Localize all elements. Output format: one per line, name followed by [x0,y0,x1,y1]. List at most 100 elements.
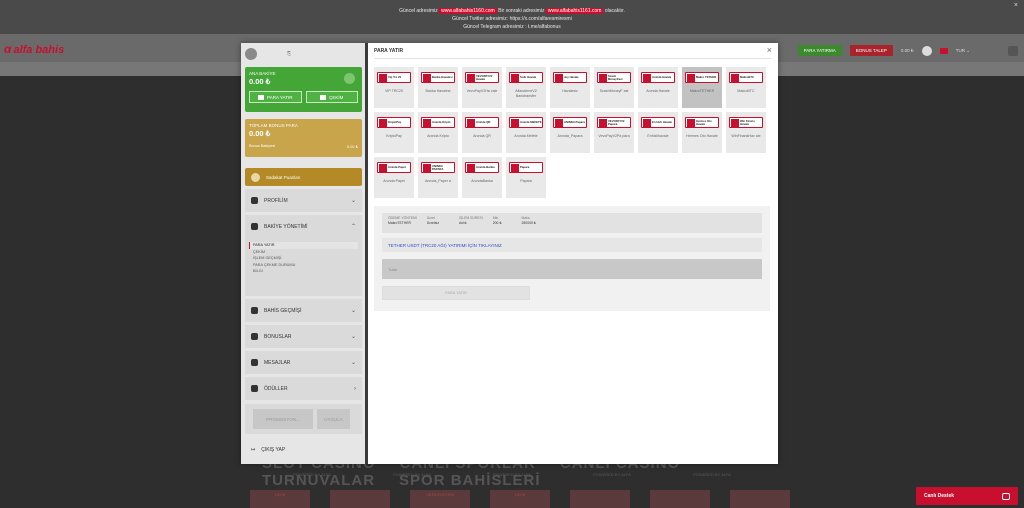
announcement-telegram: Güncel Telegram adresimiz : t.me/alfabon… [463,24,561,30]
payment-method-logo: Win Finans Havale [729,117,763,128]
payment-method-tile[interactable]: Makro TETHER MakroTETHER [682,67,722,108]
payment-logo-text: Anında MEFETE [520,120,542,124]
amount-input[interactable]: Tutar [382,259,762,279]
submit-deposit-button[interactable]: PARA YATIR [382,286,530,300]
payment-logo-icon [731,73,739,82]
loyalty-points-button[interactable]: Sadakat Puanları [245,168,362,186]
payment-method-tile[interactable]: VEVOPAYV2 Havale VevoPayV2Ha vale [462,67,502,108]
deposit-button[interactable]: PARA YATIR [249,91,302,103]
payment-method-logo: Papara [509,162,543,173]
payment-method-logo: Anında QR [465,117,499,128]
payment-method-name: Anında QR [473,134,491,138]
payment-method-tile[interactable]: Win Finans Havale WinFinansHav ale [726,112,766,153]
payment-logo-text: Sofir Havale [520,75,537,79]
eye-icon[interactable] [344,73,355,84]
payment-method-grid: Vip Trc 20 VIP TRC20 Banka Havalesi Banka H… [374,67,771,198]
bg-card: UEFA [250,490,310,508]
tether-instructions-link[interactable]: TETHER USDT (TRC20 AĞI) YATIRIMI İÇİN TI… [382,238,762,252]
payment-method-name: Enhizlihavale [647,134,669,138]
promo-code-input[interactable]: PROMOSYON... [253,409,313,429]
payment-method-tile[interactable]: Anında Kripto Anında Kripto [418,112,458,153]
payment-method-tile[interactable]: Scash MoneyFast ScashMoneyF ast [594,67,634,108]
copy-icon[interactable]: ⎘ [287,51,291,57]
payment-method-tile[interactable]: ANINDA PAPARA Anında_Paper a [418,157,458,198]
sidebar-item-label: ÖDÜLLER [264,385,288,392]
bonus-sub-label: Bonus Bakiyesi [249,144,275,148]
withdraw-icon [320,94,327,100]
announcement-link-next[interactable]: www.alfabahis1161.com [545,8,604,14]
logout-icon: ↦ [251,447,256,453]
payment-logo-text: VEVOPAYV2 Papara [608,118,625,126]
close-icon[interactable]: × [767,45,772,55]
payment-method-tile[interactable]: Sofir Havale AlfaodemeV2 Banktransfer [506,67,546,108]
brand-logo[interactable]: α alfa bahis [4,42,64,56]
submenu-info[interactable]: BİLGİ [253,268,354,275]
deposit-header-button[interactable]: PARA YATIRMA [797,45,842,56]
menu-icon[interactable] [1008,45,1018,56]
promo-apply-button[interactable]: UYGULA [317,409,350,429]
logout-button[interactable]: ↦ ÇIKIŞ YAP [245,440,362,460]
payment-method-name: Banka Havalesi [425,89,451,93]
payment-method-tile[interactable]: Anında MEFETE Anında Mefete [506,112,546,153]
withdraw-button[interactable]: ÇEKİM [305,91,358,103]
payment-method-tile[interactable]: Anında Papel Anında Papel [374,157,414,198]
sidebar-item-bet-history[interactable]: BAHİS GEÇMİŞİ ⌄ [245,299,362,322]
brand-mark-icon: α [4,42,12,56]
payment-method-tile[interactable]: VEVOPAYV2 Papara VevoPayV2Pa para [594,112,634,153]
announcement-link-current[interactable]: www.alfabahis1160.com [439,8,497,14]
language-select[interactable]: TUR ⌄ [956,48,970,54]
bonus-balance-label: TOPLAM BONUS PARA [249,123,298,128]
bonus-balance-value: 0.00 ₺ [249,129,271,138]
withdraw-button-label: ÇEKİM [329,94,344,100]
powered-text: POWERED BY ALFA [293,472,331,477]
payment-method-tile[interactable]: Hermes Oto Havale Hermes Oto Havale [682,112,722,153]
promo-row: PROMOSYON... UYGULA [245,404,362,434]
sidebar-item-rewards[interactable]: ÖDÜLLER › [245,377,362,400]
payment-method-tile[interactable]: ANINDA Papara Anında_Papara [550,112,590,153]
payment-logo-text: Scash MoneyFast [608,73,623,81]
wallet-icon [258,94,265,100]
payment-logo-icon [687,73,695,82]
medal-icon [251,172,260,182]
payment-method-tile[interactable]: Joy Havale Havalesiz [550,67,590,108]
method-col: ÖDEME YÖNTEMİ MakroTETHER [388,216,417,230]
payment-method-name: VevoPayV2Ha vale [466,89,498,93]
payment-method-tile[interactable]: Papara Papara [506,157,546,198]
payment-logo-text: Win Finans Havale [740,118,755,126]
payment-logo-icon [599,118,607,127]
sidebar-item-balance-management[interactable]: BAKİYE YÖNETİMİ ⌃ [245,215,362,238]
payment-logo-text: Papara [520,165,530,169]
sidebar-item-label: MESAJLAR [264,359,291,366]
sidebar-item-bonuses[interactable]: BONUSLAR ⌄ [245,325,362,348]
payment-method-tile[interactable]: Anında Havale Anında Havale [638,67,678,108]
payment-method-tile[interactable]: MakroBTC MakroBTC [726,67,766,108]
sidebar-item-profile[interactable]: PROFİLİM ⌄ [245,189,362,212]
payment-logo-icon [467,163,475,172]
logout-label: ÇIKIŞ YAP [261,447,286,453]
bonus-request-button[interactable]: BONUS TALEP [849,45,893,56]
sidebar-item-label: PROFİLİM [264,197,288,204]
announcement-text: Bir sonraki adresimiz [498,8,545,14]
user-icon[interactable] [921,45,932,56]
bg-card: UEFA EUROPA [410,490,470,508]
payment-method-tile[interactable]: En Hızlı Havale Enhizlihavale [638,112,678,153]
avatar[interactable] [245,48,257,60]
deposit-panel: PARA YATIR × Vip Trc 20 VIP TRC20 Banka Ha… [366,43,778,464]
payment-logo-icon [511,118,519,127]
sidebar-item-label: BONUSLAR [264,333,292,340]
payment-method-tile[interactable]: Vip Trc 20 VIP TRC20 [374,67,414,108]
flag-icon [939,47,948,54]
sidebar-item-messages[interactable]: MESAJLAR ⌄ [245,351,362,374]
payment-method-tile[interactable]: KriptoPay KriptoPay [374,112,414,153]
payment-logo-icon [423,73,431,82]
payment-method-tile[interactable]: Anında QR Anında QR [462,112,502,153]
payment-method-name: Hermes Oto Havale [686,134,718,138]
live-support-button[interactable]: Canlı Destek [916,487,1018,505]
payment-method-tile[interactable]: Banka Havalesi Banka Havalesi [418,67,458,108]
payment-logo-text: ANINDA Papara [564,120,585,124]
bonus-sub-row: Bonus Bakiyesi 0.00 ₺ [249,144,358,149]
chevron-down-icon: ⌄ [350,308,356,314]
bg-card [730,490,790,508]
payment-method-tile[interactable]: Anında Banka AnındaBanka [462,157,502,198]
announcement-close-icon[interactable]: × [1014,2,1018,10]
